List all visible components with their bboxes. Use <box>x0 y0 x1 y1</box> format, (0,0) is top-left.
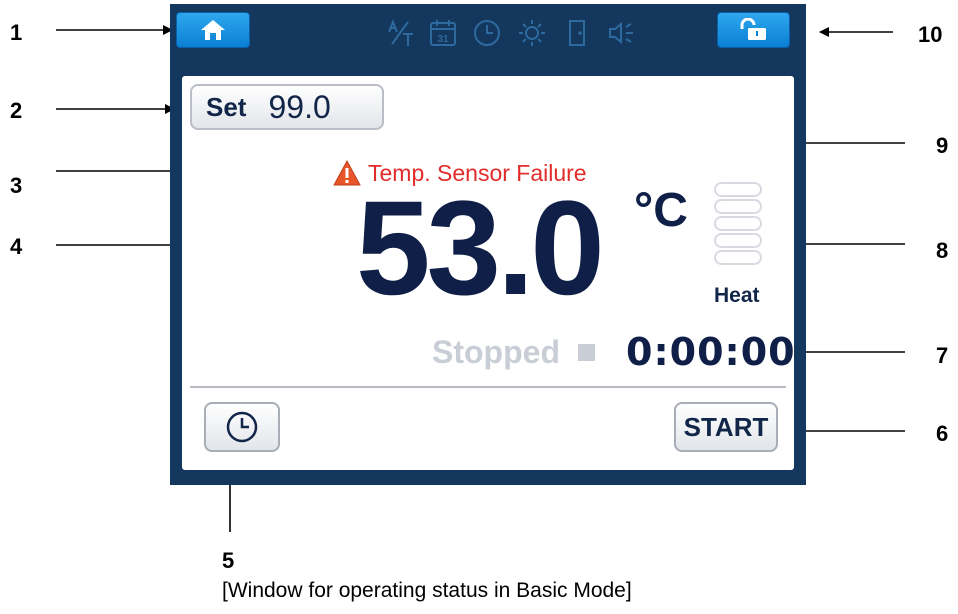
controller-display: 31 Set 99.0 Temp. Sensor Failure 53.0 °C… <box>170 4 806 485</box>
main-screen: Set 99.0 Temp. Sensor Failure 53.0 °C He… <box>182 76 796 470</box>
buzzer-icon <box>609 21 633 45</box>
callout-number-10: 10 <box>918 22 943 47</box>
heat-bar <box>714 182 762 197</box>
callout-number-1: 1 <box>10 20 23 45</box>
clock-icon <box>226 411 258 443</box>
callout-number-3: 3 <box>10 173 23 198</box>
current-temperature: 53.0 <box>356 174 605 323</box>
heat-level-indicator <box>714 182 762 267</box>
run-timer: 0:00:00 <box>626 330 796 374</box>
heat-bar <box>714 250 762 265</box>
heat-bar <box>714 233 762 248</box>
setpoint-value: 99.0 <box>268 88 331 125</box>
run-status: Stopped <box>432 334 560 370</box>
heat-label: Heat <box>714 284 760 307</box>
calendar-day: 31 <box>437 34 449 45</box>
divider <box>190 386 786 388</box>
home-icon <box>201 20 225 40</box>
temperature-unit: °C <box>634 184 688 237</box>
setpoint-label: Set <box>206 91 247 122</box>
start-button[interactable]: START <box>674 402 778 452</box>
calendar-icon: 31 <box>430 20 456 46</box>
door-icon <box>569 20 585 46</box>
auto-tune-icon <box>388 19 413 46</box>
callout-number-5: 5 <box>222 548 235 573</box>
clock-icon <box>474 20 500 46</box>
callout-number-4: 4 <box>10 234 23 259</box>
light-icon <box>519 20 545 46</box>
home-button[interactable] <box>176 12 250 48</box>
heat-bar <box>714 216 762 231</box>
heat-bar <box>714 199 762 214</box>
setpoint-button[interactable]: Set 99.0 <box>190 84 384 130</box>
callout-number-7: 7 <box>936 343 949 368</box>
callout-number-6: 6 <box>936 421 949 446</box>
top-status-bar: 31 <box>170 4 806 62</box>
callout-number-8: 8 <box>936 238 949 263</box>
figure-caption: [Window for operating status in Basic Mo… <box>222 579 632 602</box>
callout-number-9: 9 <box>936 133 949 158</box>
timer-button[interactable] <box>204 402 280 452</box>
stop-square-icon <box>578 344 595 361</box>
lock-button[interactable] <box>717 12 790 48</box>
callout-number-2: 2 <box>10 98 23 123</box>
unlock-icon <box>740 18 766 40</box>
